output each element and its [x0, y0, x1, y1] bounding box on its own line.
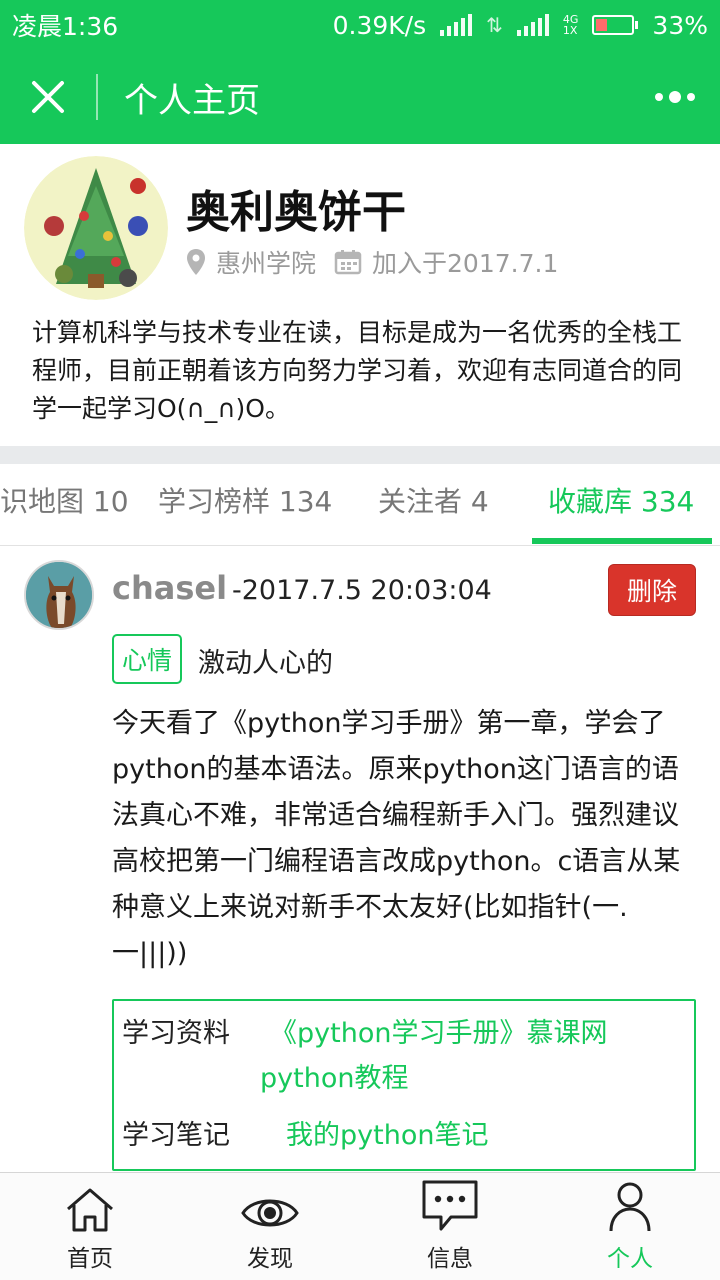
person-icon — [609, 1182, 651, 1232]
network-speed: 0.39K/s — [332, 10, 427, 40]
post-author-avatar[interactable] — [24, 560, 94, 630]
more-icon — [655, 93, 663, 101]
resources-box: 学习资料 《python学习手册》慕课网 python教程 学习笔记 我的pyt… — [112, 999, 696, 1171]
resource-label-materials: 学习资料 — [122, 1018, 230, 1049]
nav-item-discover[interactable]: 发现 — [180, 1173, 360, 1280]
status-bar: 凌晨1:36 0.39K/s ⇅ 4G 1X 33% — [0, 0, 720, 50]
more-button[interactable] — [630, 50, 720, 144]
profile-name: 奥利奥饼干 — [186, 187, 406, 238]
nav-label-discover: 发现 — [247, 1246, 293, 1272]
title-divider — [96, 74, 98, 120]
resource-link-python-tutorial[interactable]: python教程 — [260, 1056, 408, 1095]
post-timestamp: -2017.7.5 20:03:04 — [232, 575, 492, 606]
bottom-nav: 首页 发现 信息 个人 — [0, 1172, 720, 1280]
horse-avatar-image — [26, 562, 92, 628]
tab-knowledge-map[interactable]: 知识地图 10 — [0, 464, 129, 545]
nav-item-profile[interactable]: 个人 — [540, 1173, 720, 1280]
nav-label-home: 首页 — [67, 1246, 113, 1272]
avatar[interactable] — [24, 156, 168, 300]
eye-icon — [241, 1199, 299, 1227]
status-time: 凌晨1:36 — [12, 12, 119, 41]
battery-percent: 33% — [652, 10, 708, 40]
profile-joined-date: 加入于2017.7.1 — [372, 249, 559, 278]
nav-label-messages: 信息 — [427, 1246, 473, 1272]
profile-meta: 惠州学院 加入于2017.7.1 — [186, 244, 558, 280]
resource-link-my-notes[interactable]: 我的python笔记 — [286, 1113, 488, 1152]
delete-button[interactable]: 删除 — [608, 564, 696, 616]
tab-followers[interactable]: 关注者 4 — [378, 464, 489, 545]
favorite-post: chasel -2017.7.5 20:03:04 删除 心情 激动人心的 今天… — [0, 547, 720, 1172]
active-tab-indicator — [532, 538, 712, 544]
tab-favorites[interactable]: 收藏库 334 — [548, 464, 694, 545]
tab-role-models[interactable]: 学习榜样 134 — [158, 464, 332, 545]
location-pin-icon — [186, 248, 206, 276]
post-body: 今天看了《python学习手册》第一章，学会了python的基本语法。原来pyt… — [112, 708, 681, 969]
resource-link-python-handbook[interactable]: 《python学习手册》慕课网 — [270, 1011, 607, 1050]
nav-label-profile: 个人 — [607, 1246, 653, 1272]
profile-tabs: 知识地图 10 学习榜样 134 关注者 4 收藏库 334 — [0, 464, 720, 546]
home-icon — [67, 1188, 113, 1232]
mood-text: 激动人心的 — [198, 648, 333, 679]
profile-bio: 计算机科学与技术专业在读，目标是成为一名优秀的全栈工程师，目前正朝着该方向努力学… — [32, 318, 683, 423]
title-bar: 个人主页 — [0, 50, 720, 144]
wifi-signal-icon — [440, 14, 473, 36]
profile-location: 惠州学院 — [216, 249, 317, 278]
resource-label-notes: 学习笔记 — [122, 1120, 230, 1151]
page-title: 个人主页 — [124, 80, 260, 121]
data-transfer-icon: ⇅ — [486, 13, 503, 37]
post-author-name[interactable]: chasel — [112, 569, 227, 607]
message-icon — [422, 1180, 478, 1231]
nav-item-home[interactable]: 首页 — [0, 1173, 180, 1280]
cell-signal-icon — [516, 14, 549, 36]
nav-item-messages[interactable]: 信息 — [360, 1173, 540, 1280]
network-type: 4G 1X — [562, 13, 579, 37]
close-icon — [32, 81, 64, 113]
profile-card: 奥利奥饼干 惠州学院 加入于2017.7.1 计算机科学与技术专业在读，目标是成… — [0, 144, 720, 446]
close-button[interactable] — [0, 50, 96, 144]
calendar-icon — [334, 249, 362, 275]
battery-icon — [592, 15, 639, 35]
section-divider — [0, 446, 720, 464]
avatar-image — [24, 156, 168, 300]
mood-tag: 心情 — [112, 634, 182, 684]
